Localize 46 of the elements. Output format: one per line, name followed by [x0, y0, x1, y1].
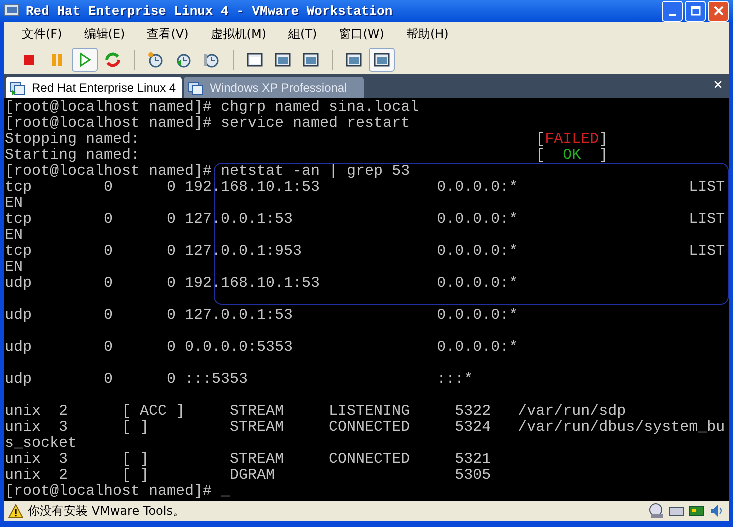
windows-stack-icon-button[interactable]: [369, 48, 395, 72]
app-icon: [4, 3, 20, 19]
terminal-line: unix 3 [ ] STREAM CONNECTED 5324 /var/run/dbus/system_bu: [5, 420, 726, 436]
terminal-line: udp 0 0 :::5353 :::*: [5, 372, 474, 388]
terminal-line: [root@localhost named]# chgrp named sina.local: [5, 100, 420, 116]
terminal-line: Starting named: [ OK ]: [5, 148, 610, 164]
play-icon-button[interactable]: [72, 48, 98, 72]
window-title: Red Hat Enterprise Linux 4 - VMware Workstation: [26, 4, 393, 18]
terminal-line: [root@localhost named]# _: [5, 484, 232, 500]
close-button[interactable]: [708, 0, 729, 22]
minimize-button[interactable]: [662, 0, 683, 22]
speaker-icon[interactable]: [709, 503, 725, 519]
menu-item[interactable]: 組(T): [288, 26, 318, 42]
maximize-icon: [690, 6, 700, 16]
tab[interactable]: Red Hat Enterprise Linux 4: [6, 77, 182, 98]
menu-item[interactable]: 窗口(W): [339, 26, 384, 42]
terminal-line: Stopping named: [FAILED]: [5, 132, 610, 148]
close-tab-button[interactable]: ×: [708, 77, 729, 95]
terminal-line: unix 2 [ ACC ] STREAM LISTENING 5322 /var/run/sdp: [5, 404, 628, 420]
virtual-machine-icon: [188, 80, 204, 96]
fullscreen-icon: [274, 51, 292, 69]
terminal-line: EN: [5, 228, 24, 244]
window-sidebar-icon: [246, 51, 264, 69]
terminal-line: [root@localhost named]# netstat -an | grep 53: [5, 164, 412, 180]
virtual-machine-icon: [10, 80, 26, 96]
terminal-line: s_socket: [5, 436, 78, 452]
menu-item[interactable]: 查看(V): [147, 26, 189, 42]
minimize-icon: [669, 14, 676, 16]
terminal-line: EN: [5, 196, 24, 212]
close-icon: [714, 6, 724, 16]
windows-stack-icon: [373, 51, 391, 69]
menu-item[interactable]: 编辑(E): [84, 26, 126, 42]
terminal-line: unix 2 [ ] DGRAM 5305: [5, 468, 492, 484]
terminal-line: udp 0 0 0.0.0.0:5353 0.0.0.0:*: [5, 340, 520, 356]
maximize-button[interactable]: [685, 0, 706, 22]
menu-item[interactable]: 文件(F): [22, 26, 62, 42]
disk-icon[interactable]: [649, 503, 665, 519]
terminal-line: EN: [5, 260, 24, 276]
menu-item[interactable]: 帮助(H): [406, 26, 449, 42]
warning-icon: [8, 504, 24, 518]
terminal-line: [root@localhost named]# service named restart: [5, 116, 412, 132]
refresh-icon: [104, 51, 122, 69]
terminal-line: udp 0 0 127.0.0.1:53 0.0.0.0:*: [5, 308, 520, 324]
menu-item[interactable]: 虚拟机(M): [210, 26, 267, 42]
status-message: 你没有安装 VMware Tools。: [28, 502, 185, 520]
terminal-line: unix 3 [ ] STREAM CONNECTED 5321: [5, 452, 492, 468]
